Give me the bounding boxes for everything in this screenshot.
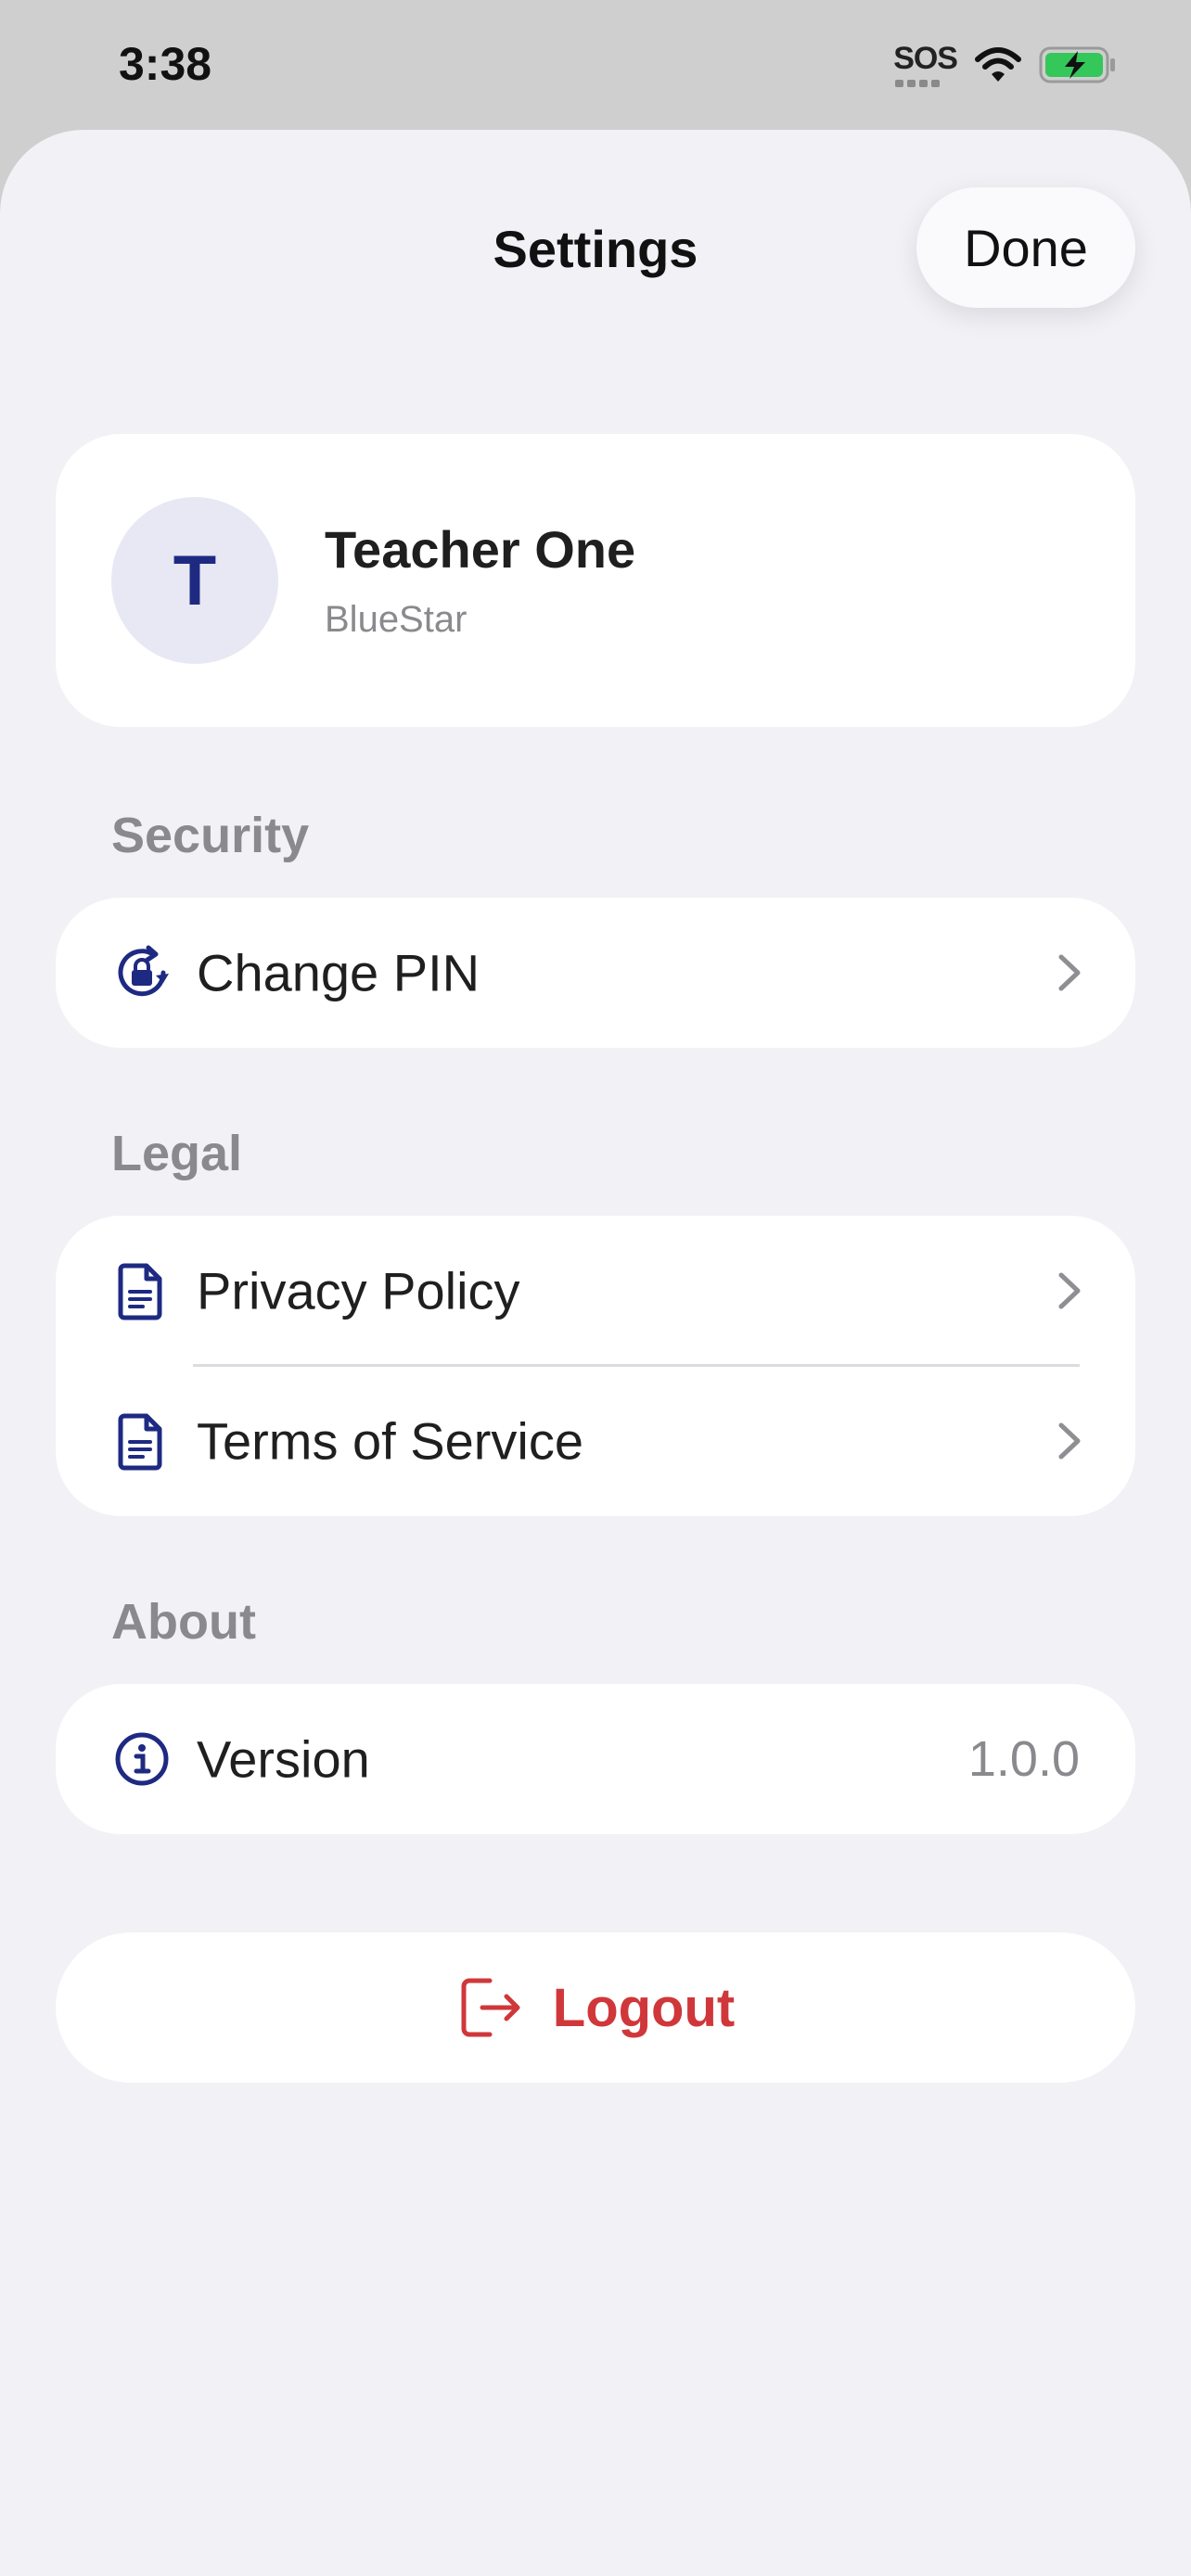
status-time: 3:38: [119, 38, 212, 90]
battery-charging-icon: [1039, 46, 1115, 83]
done-button[interactable]: Done: [916, 187, 1135, 308]
about-card: Version 1.0.0: [56, 1684, 1135, 1834]
change-pin-row[interactable]: Change PIN: [56, 898, 1135, 1048]
profile-name: Teacher One: [325, 520, 636, 579]
avatar: T: [111, 497, 278, 664]
security-card: Change PIN: [56, 898, 1135, 1048]
profile-organization: BlueStar: [325, 599, 467, 640]
privacy-policy-label: Privacy Policy: [197, 1261, 520, 1320]
info-icon: [115, 1732, 169, 1786]
logout-icon: [461, 1978, 520, 2037]
sos-indicator: SOS: [893, 41, 958, 87]
settings-sheet: Settings Done T Teacher One BlueStar Sec…: [0, 130, 1191, 2576]
section-header-security: Security: [111, 808, 310, 863]
logout-label: Logout: [552, 1977, 736, 2038]
chevron-right-icon: [1058, 1422, 1081, 1460]
version-value: 1.0.0: [967, 1731, 1080, 1787]
change-pin-label: Change PIN: [197, 943, 480, 1002]
privacy-policy-row[interactable]: Privacy Policy: [56, 1216, 1135, 1366]
section-header-about: About: [111, 1594, 256, 1650]
terms-of-service-label: Terms of Service: [197, 1411, 583, 1471]
chevron-right-icon: [1058, 954, 1081, 991]
status-bar: 3:38 SOS: [0, 0, 1191, 130]
profile-card: T Teacher One BlueStar: [56, 434, 1135, 727]
wifi-icon: [975, 47, 1021, 82]
sos-dots: [895, 80, 941, 87]
section-header-legal: Legal: [111, 1126, 243, 1181]
sos-label: SOS: [893, 41, 958, 76]
version-label: Version: [197, 1729, 370, 1789]
chevron-right-icon: [1058, 1272, 1081, 1309]
status-icons: SOS: [893, 43, 1117, 87]
terms-of-service-row[interactable]: Terms of Service: [56, 1366, 1135, 1516]
version-row: Version 1.0.0: [56, 1684, 1135, 1834]
document-icon: [118, 1413, 162, 1471]
logout-button[interactable]: Logout: [56, 1932, 1135, 2083]
lock-rotation-icon: [118, 945, 169, 997]
document-icon: [118, 1263, 162, 1320]
legal-card: Privacy Policy Terms of Service: [56, 1216, 1135, 1516]
